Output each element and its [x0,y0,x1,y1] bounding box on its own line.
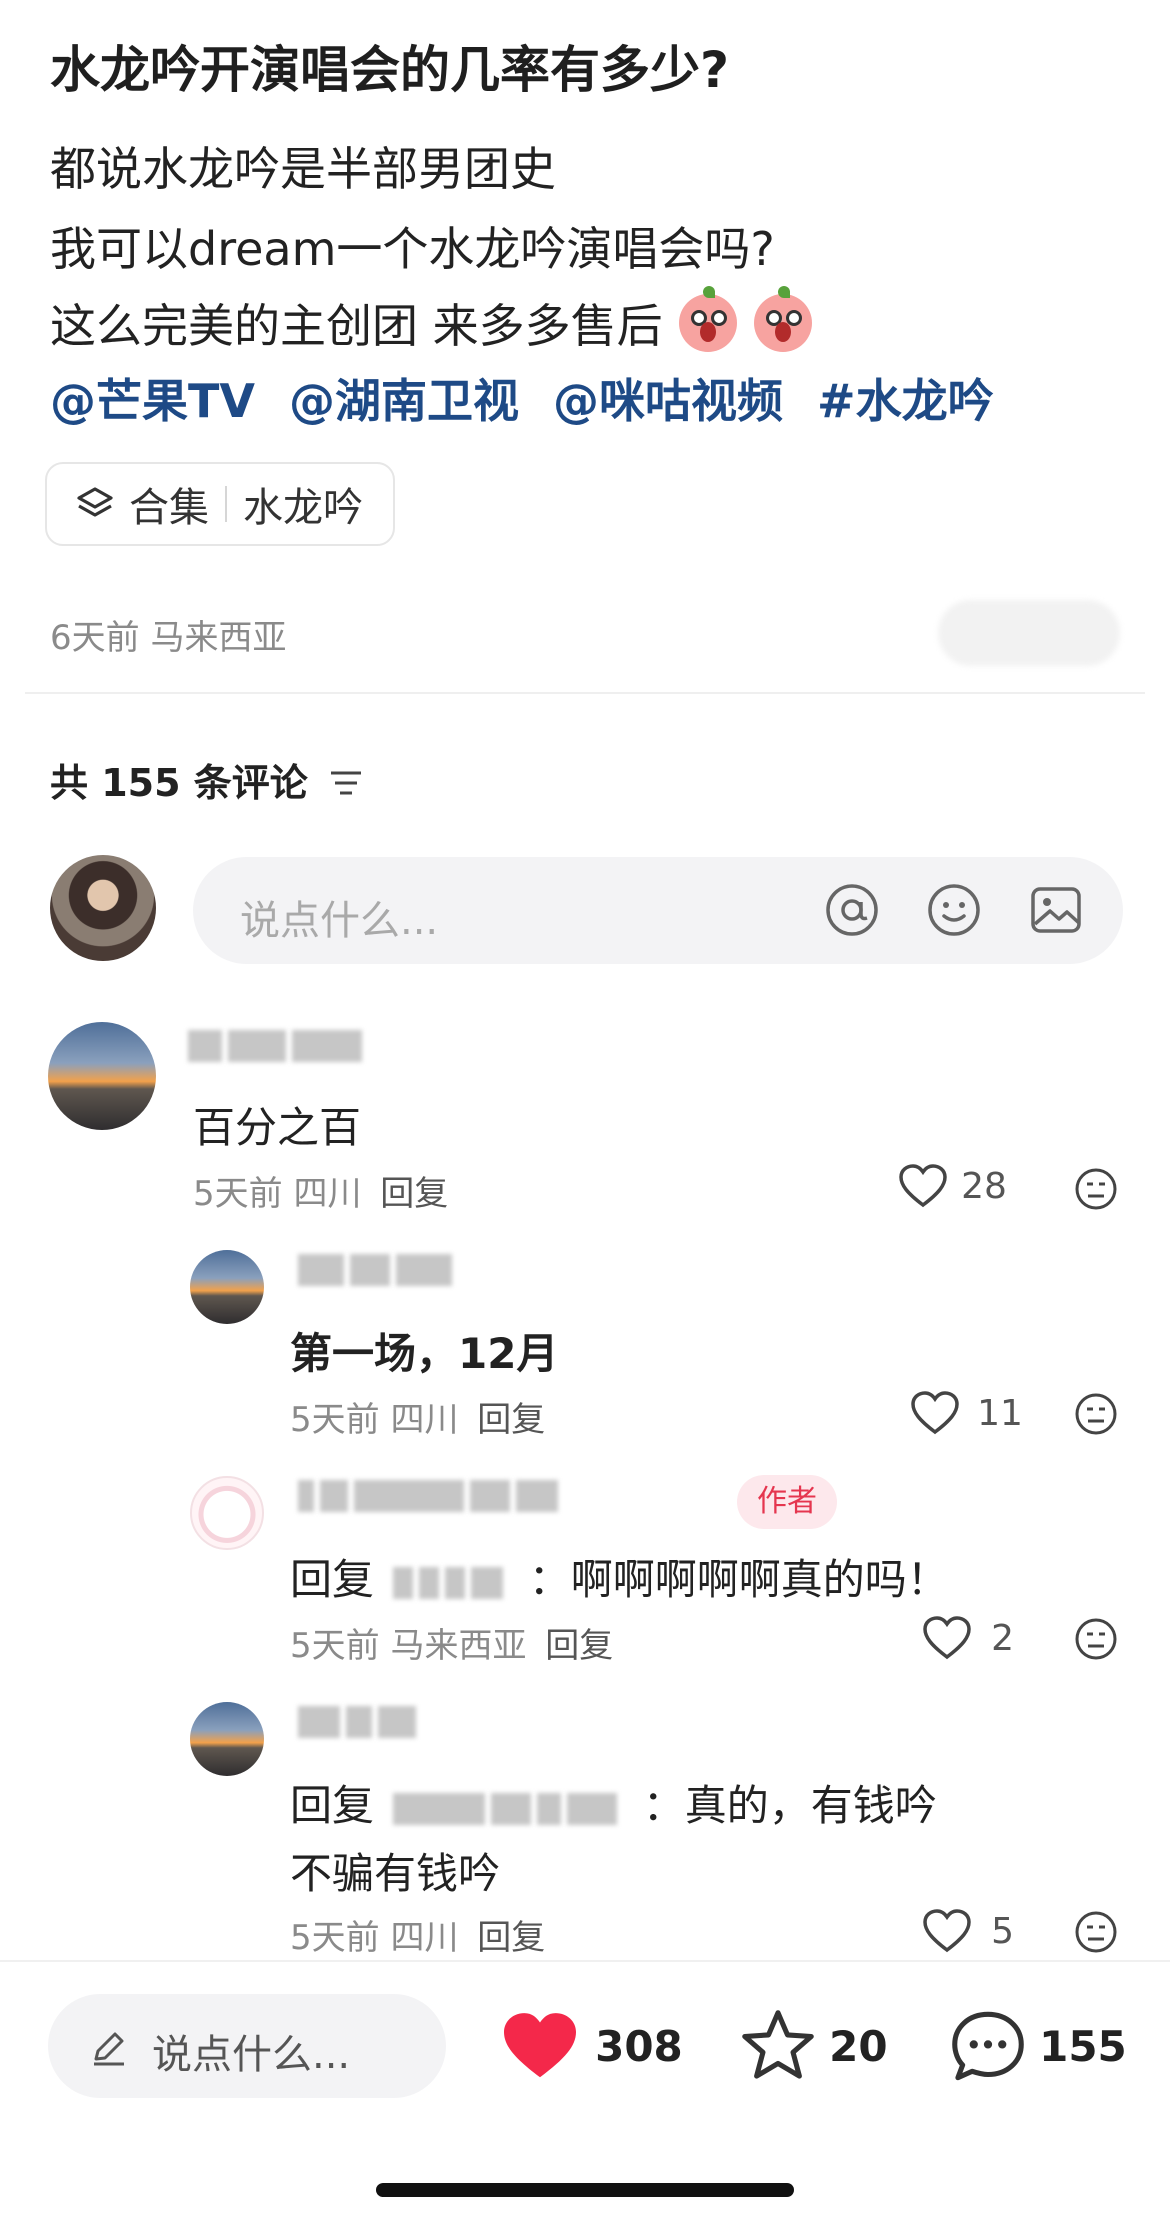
heart-icon [923,1616,971,1660]
like-button[interactable]: 11 [910,1390,1023,1436]
post-comment-count: 155 [1039,2021,1127,2071]
heart-icon [899,1164,947,1208]
my-avatar[interactable] [50,855,156,961]
mention-migu-video[interactable]: @咪咕视频 [553,374,783,428]
comment-text: 回复 ：啊啊啊啊啊真的吗！ [290,1546,949,1607]
author-avatar[interactable] [190,1476,264,1550]
like-count: 2 [991,1617,1014,1659]
filter-icon[interactable] [327,764,365,802]
collection-chip[interactable]: 合集 水龙吟 [45,462,395,546]
collection-separator [225,486,227,522]
blurred-username[interactable] [298,1254,458,1286]
blurred-username[interactable] [188,1030,368,1062]
like-count: 5 [991,1910,1014,1952]
comment-icon [952,2011,1024,2081]
like-button[interactable]: 28 [898,1163,1007,1209]
hashtag-shuilongyin[interactable]: #水龙吟 [817,374,994,428]
sad-emoji-icon[interactable] [1073,1616,1119,1666]
peach-emoji-icon [753,286,812,352]
heart-icon [504,2013,576,2078]
like-button[interactable]: 5 [922,1908,1014,1954]
bottom-input-placeholder: 说点什么... [152,2032,351,2078]
comment-input-placeholder: 说点什么... [240,898,439,944]
like-count: 11 [977,1392,1023,1434]
post-line-2: 我可以dream一个水龙吟演唱会吗? [50,222,775,276]
heart-icon [923,1909,971,1953]
comment-time-location: 5天前 四川 [290,1918,459,1958]
reply-prefix: 回复 [290,1781,375,1830]
like-button[interactable]: 2 [922,1615,1014,1661]
post-like-count: 308 [595,2021,683,2071]
reply-body: ：真的，有钱吟 [642,1781,937,1830]
home-indicator[interactable] [376,2183,794,2197]
sad-emoji-icon[interactable] [1073,1166,1119,1216]
post-meta: 6天前 马来西亚 [50,618,287,658]
at-icon[interactable] [822,880,882,940]
reply-avatar[interactable] [190,1702,264,1776]
blurred-region [938,600,1120,666]
comment-time-location: 5天前 马来西亚 [290,1626,527,1666]
mention-hunan-tv[interactable]: @湖南卫视 [289,374,519,428]
post-line-1: 都说水龙吟是半部男团史 [50,142,556,196]
like-count: 28 [961,1165,1007,1207]
comment-time-location: 5天前 四川 [290,1400,459,1440]
heart-icon [911,1391,959,1435]
post-line-3: 这么完美的主创团 来多多售后 [50,286,812,356]
blurred-mention[interactable] [393,1566,509,1599]
sad-emoji-icon[interactable] [1073,1909,1119,1959]
comment-meta: 5天前 四川 回复 [193,1166,448,1215]
post-mentions: @芒果TV @湖南卫视 @咪咕视频 #水龙吟 [50,365,1012,431]
comment-meta: 5天前 四川 回复 [290,1392,545,1441]
collection-label: 合集 [129,485,209,531]
post-line-3-text: 这么完美的主创团 来多多售后 [50,299,663,353]
like-post-button[interactable]: 308 [500,2010,683,2082]
bottom-divider [0,1960,1170,1962]
layers-icon [73,482,117,526]
post-title: 水龙吟开演唱会的几率有多少? [50,41,730,99]
comment-meta: 5天前 四川 回复 [290,1910,545,1959]
author-badge: 作者 [737,1475,837,1529]
reply-prefix: 回复 [290,1555,375,1604]
reply-button[interactable]: 回复 [477,1400,545,1440]
collection-name: 水龙吟 [243,485,363,531]
blurred-mention[interactable] [393,1792,623,1825]
sad-emoji-icon[interactable] [1073,1391,1119,1441]
post-favorite-count: 20 [829,2021,888,2071]
comment-count: 共 155 条评论 [50,752,365,807]
reply-body: ：啊啊啊啊啊真的吗！ [528,1555,949,1604]
comment-text: 回复 ：真的，有钱吟 [290,1772,937,1833]
peach-emoji-icon [679,286,738,352]
emoji-icon[interactable] [924,880,984,940]
comment-count-text: 共 155 条评论 [50,761,308,805]
comment-text: 第一场，12月 [290,1329,559,1378]
favorite-post-button[interactable]: 20 [738,2008,888,2084]
image-icon[interactable] [1026,880,1086,940]
comment-post-button[interactable]: 155 [948,2008,1127,2084]
reply-button[interactable]: 回复 [380,1174,448,1214]
star-icon [742,2010,814,2079]
reply-avatar[interactable] [190,1250,264,1324]
comment-text-line-2: 不骗有钱吟 [290,1849,501,1898]
blurred-username[interactable] [298,1706,422,1738]
divider [25,692,1145,694]
comment-meta: 5天前 马来西亚 回复 [290,1618,613,1667]
reply-button[interactable]: 回复 [545,1626,613,1666]
commenter-avatar[interactable] [48,1022,156,1130]
reply-button[interactable]: 回复 [477,1918,545,1958]
comment-text: 百分之百 [193,1103,362,1152]
comment-time-location: 5天前 四川 [193,1174,362,1214]
blurred-username[interactable] [298,1480,564,1512]
pencil-icon [88,2026,130,2072]
mention-mango-tv[interactable]: @芒果TV [50,374,255,428]
